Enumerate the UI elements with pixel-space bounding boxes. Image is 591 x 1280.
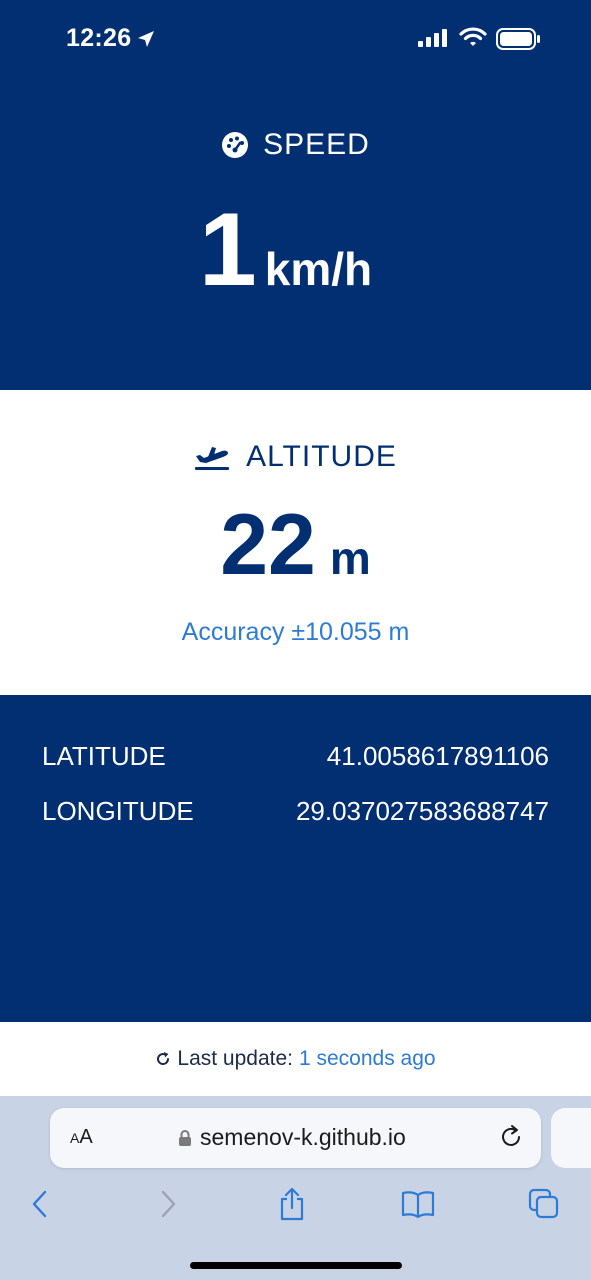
coordinates-panel: LATITUDE 41.0058617891106 LONGITUDE 29.0… — [0, 695, 591, 1022]
longitude-row: LONGITUDE 29.037027583688747 — [42, 796, 549, 827]
address-bar[interactable]: AA semenov-k.github.io — [50, 1108, 541, 1168]
tabs-button[interactable] — [524, 1184, 564, 1224]
share-button[interactable] — [272, 1184, 312, 1224]
location-arrow-icon — [138, 31, 154, 47]
back-icon — [32, 1190, 47, 1218]
tabs-icon — [528, 1188, 559, 1219]
url-text[interactable]: semenov-k.github.io — [200, 1124, 406, 1151]
refresh-icon — [157, 1052, 170, 1065]
altitude-unit: m — [329, 532, 371, 584]
latitude-value: 41.0058617891106 — [326, 741, 549, 771]
text-size-button[interactable]: AA — [70, 1126, 93, 1149]
last-update-label: Last update: — [177, 1047, 293, 1070]
next-tab-preview[interactable] — [551, 1108, 591, 1168]
bookmarks-icon — [401, 1191, 435, 1219]
speed-unit: km/h — [264, 243, 373, 295]
reload-icon[interactable] — [498, 1124, 524, 1150]
lock-icon — [179, 1130, 191, 1146]
speed-value: 1 — [198, 192, 257, 308]
status-time: 12:26 — [66, 24, 132, 52]
battery-icon — [496, 28, 540, 50]
speedometer-icon — [222, 132, 249, 158]
home-indicator[interactable] — [190, 1262, 402, 1269]
longitude-label: LONGITUDE — [42, 796, 194, 826]
status-bar: 12:26 — [0, 0, 591, 80]
bookmarks-button[interactable] — [398, 1184, 438, 1224]
longitude-value: 29.037027583688747 — [295, 796, 549, 826]
last-update-bar: Last update: 1 seconds ago — [0, 1022, 591, 1096]
share-icon — [280, 1187, 304, 1221]
altitude-label: ALTITUDE — [246, 440, 397, 473]
speed-heading: SPEED — [0, 128, 591, 162]
last-update-value: 1 seconds ago — [298, 1047, 436, 1070]
altitude-value: 22 — [220, 497, 316, 593]
altitude-panel: ALTITUDE 22 m Accuracy ±10.055 m — [0, 390, 591, 695]
browser-chrome: AA semenov-k.github.io — [0, 1096, 591, 1280]
back-button[interactable] — [20, 1184, 60, 1224]
plane-takeoff-icon — [195, 447, 230, 470]
altitude-readout: 22 m — [0, 502, 591, 588]
forward-icon — [161, 1190, 176, 1218]
latitude-row: LATITUDE 41.0058617891106 — [42, 741, 549, 772]
altitude-accuracy: Accuracy ±10.055 m — [181, 618, 410, 646]
altitude-heading: ALTITUDE — [0, 440, 591, 474]
forward-button[interactable] — [148, 1184, 188, 1224]
speed-label: SPEED — [263, 128, 370, 161]
cellular-signal-icon — [418, 29, 447, 47]
latitude-label: LATITUDE — [42, 741, 166, 771]
wifi-icon — [459, 27, 487, 46]
speed-readout: 1 km/h — [0, 198, 591, 302]
